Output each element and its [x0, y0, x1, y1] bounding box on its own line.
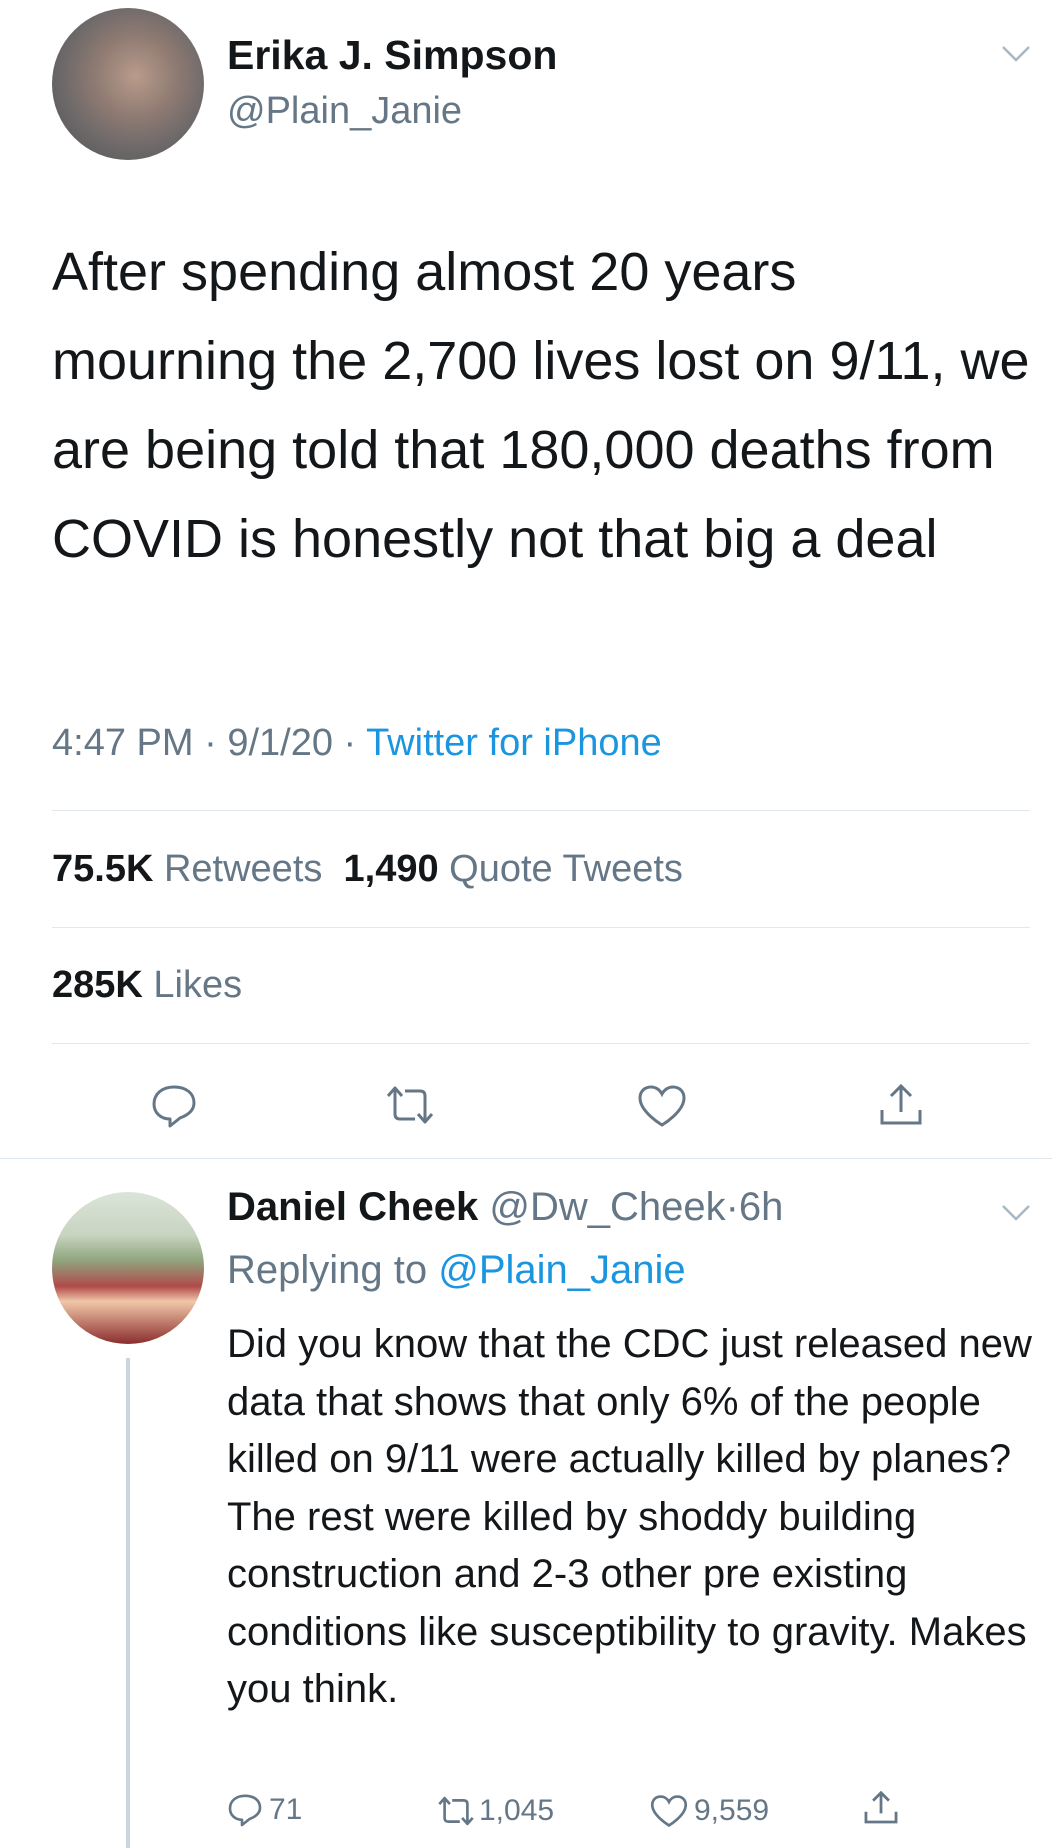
reply-separator: · — [725, 1185, 739, 1229]
reply-retweet-action[interactable]: 1,045 — [437, 1794, 554, 1828]
author-avatar[interactable] — [52, 8, 204, 160]
quotes-label: Quote Tweets — [449, 848, 683, 890]
likes-stat[interactable]: 285K Likes — [52, 964, 242, 1007]
retweet-icon[interactable] — [385, 1084, 435, 1126]
reply-author-name[interactable]: Daniel Cheek — [227, 1185, 478, 1229]
tweet-meta: 4:47 PM · 9/1/20 · Twitter for iPhone — [52, 722, 662, 765]
tweet-text: After spending almost 20 years mourning … — [52, 242, 1030, 569]
likes-count: 285K — [52, 964, 143, 1006]
tweet-date: 9/1/20 — [227, 722, 333, 764]
chevron-down-icon[interactable] — [1000, 1203, 1032, 1223]
replying-label: Replying to — [227, 1248, 428, 1292]
reply-icon[interactable] — [150, 1082, 198, 1130]
reply-age: 6h — [738, 1185, 784, 1229]
like-icon[interactable] — [637, 1084, 687, 1128]
quotes-stat[interactable]: 1,490 Quote Tweets — [344, 848, 683, 890]
divider — [52, 810, 1030, 811]
like-icon — [650, 1794, 688, 1828]
share-icon[interactable] — [877, 1080, 925, 1128]
thread-line — [126, 1358, 130, 1848]
meta-separator: · — [204, 722, 217, 764]
engagement-stats: 75.5K Retweets 1,490 Quote Tweets — [52, 848, 683, 891]
retweet-count: 1,045 — [479, 1794, 555, 1827]
divider — [0, 1158, 1052, 1159]
reply-like-action[interactable]: 9,559 — [650, 1794, 769, 1828]
replying-handle-link[interactable]: @Plain_Janie — [438, 1248, 685, 1292]
quotes-count: 1,490 — [343, 848, 439, 890]
divider — [52, 1043, 1030, 1044]
retweets-count: 75.5K — [52, 848, 154, 890]
reply-count: 71 — [269, 1793, 303, 1826]
tweet-source-link[interactable]: Twitter for iPhone — [366, 722, 662, 764]
retweets-stat[interactable]: 75.5K Retweets — [52, 848, 322, 890]
reply-author-avatar[interactable] — [52, 1192, 204, 1344]
author-handle[interactable]: @Plain_Janie — [227, 90, 462, 133]
reply-author-handle[interactable]: @Dw_Cheek — [489, 1185, 725, 1229]
reply-reply-action[interactable]: 71 — [227, 1792, 302, 1828]
tweet-time: 4:47 PM — [52, 722, 194, 764]
likes-label: Likes — [153, 964, 243, 1006]
retweets-label: Retweets — [163, 848, 323, 890]
reply-text: Did you know that the CDC just released … — [227, 1322, 1032, 1711]
meta-separator: · — [343, 722, 357, 764]
chevron-down-icon[interactable] — [1000, 44, 1032, 64]
share-icon[interactable] — [862, 1788, 900, 1826]
reply-icon — [227, 1792, 263, 1828]
retweet-icon — [437, 1795, 475, 1827]
divider — [52, 927, 1030, 928]
replying-to: Replying to @Plain_Janie — [227, 1248, 686, 1293]
reply-header: Daniel Cheek @Dw_Cheek·6h — [227, 1185, 783, 1230]
like-count: 9,559 — [694, 1794, 770, 1827]
author-name[interactable]: Erika J. Simpson — [227, 32, 557, 79]
